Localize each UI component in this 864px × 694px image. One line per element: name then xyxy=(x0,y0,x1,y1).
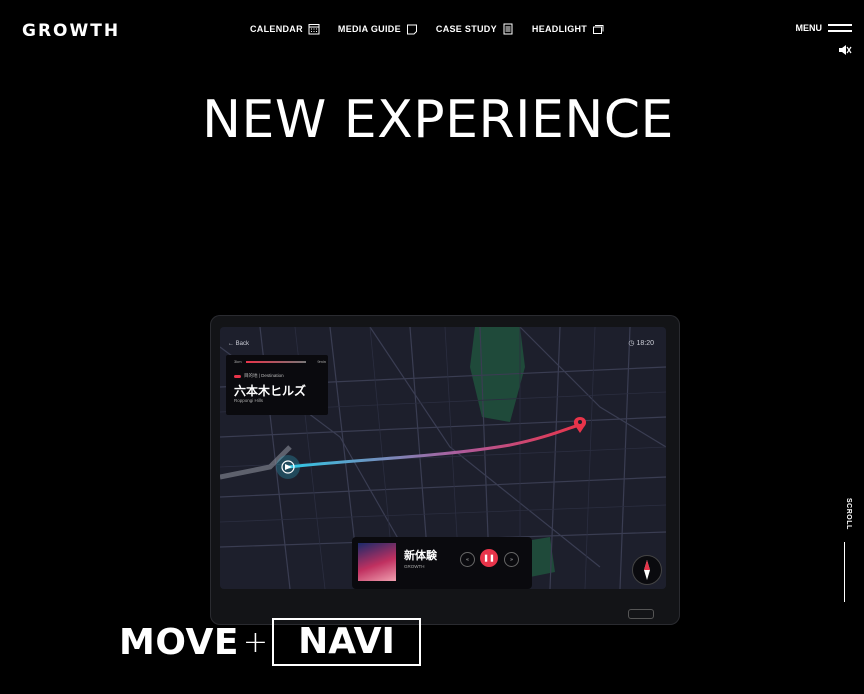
screen-clock: ◷ 18:20 xyxy=(628,340,654,347)
scroll-indicator-line xyxy=(844,542,845,602)
tablet-icon xyxy=(406,24,417,35)
menu-button[interactable]: MENU xyxy=(795,23,852,33)
nav-item-headlight[interactable]: HEADLIGHT xyxy=(532,23,604,35)
hamburger-icon xyxy=(828,24,852,32)
nav-calendar-label: CALENDAR xyxy=(250,24,303,34)
destination-name-en: Roppongi Hills xyxy=(234,398,264,403)
destination-name-jp: 六本木ヒルズ xyxy=(234,384,307,398)
nav-case-study-label: CASE STUDY xyxy=(435,24,497,34)
tagline: MOVE + NAVI xyxy=(119,618,421,666)
pause-button[interactable]: ❚❚ xyxy=(480,549,498,567)
back-button[interactable]: ← Back xyxy=(228,341,249,347)
tablet-device: ← Back ◷ 18:20 3km 9min 目的地 | Destinatio… xyxy=(210,315,680,625)
sound-muted-icon[interactable] xyxy=(838,44,852,56)
player-artist: GROWTH xyxy=(404,564,425,569)
page-frame: GROWTH CALENDAR MEDIA GUIDE CASE STUDY H… xyxy=(12,10,864,694)
destination-card: 3km 9min 目的地 | Destination 六本木ヒルズ Roppon… xyxy=(226,355,328,415)
nav-media-guide-label: MEDIA GUIDE xyxy=(337,24,401,34)
document-icon xyxy=(503,23,513,35)
distance-progress-bar xyxy=(246,361,306,363)
tagline-plus: + xyxy=(242,624,269,660)
calendar-icon xyxy=(308,24,320,35)
music-player: 新体験 GROWTH « ❚❚ » xyxy=(352,537,532,589)
site-logo[interactable]: GROWTH xyxy=(22,21,120,41)
main-nav: CALENDAR MEDIA GUIDE CASE STUDY HEADLIGH… xyxy=(250,23,604,35)
previous-track-icon[interactable]: « xyxy=(460,552,475,567)
stack-icon xyxy=(593,25,604,34)
player-title: 新体験 xyxy=(404,549,437,562)
device-home-button xyxy=(628,609,654,619)
destination-tag: 目的地 | Destination xyxy=(234,373,284,379)
nav-item-media-guide[interactable]: MEDIA GUIDE xyxy=(338,23,418,35)
menu-label: MENU xyxy=(795,23,823,33)
distance-right: 9min xyxy=(317,359,326,364)
next-track-icon[interactable]: » xyxy=(504,552,519,567)
clock-value: 18:20 xyxy=(636,340,654,347)
destination-tag-label: 目的地 | Destination xyxy=(244,373,284,378)
navigation-screen: ← Back ◷ 18:20 3km 9min 目的地 | Destinatio… xyxy=(220,327,666,589)
tagline-move: MOVE xyxy=(119,621,239,663)
scroll-label[interactable]: SCROLL xyxy=(845,498,852,530)
album-art xyxy=(358,543,396,581)
distance-left: 3km xyxy=(234,359,242,364)
hero-headline: NEW EXPERIENCE xyxy=(202,90,674,150)
destination-pill-icon xyxy=(234,374,241,378)
nav-item-case-study[interactable]: CASE STUDY xyxy=(436,23,514,35)
nav-headlight-label: HEADLIGHT xyxy=(531,24,588,34)
compass-icon[interactable] xyxy=(632,555,662,585)
nav-item-calendar[interactable]: CALENDAR xyxy=(250,23,320,35)
tagline-navi-box: NAVI xyxy=(272,618,421,666)
